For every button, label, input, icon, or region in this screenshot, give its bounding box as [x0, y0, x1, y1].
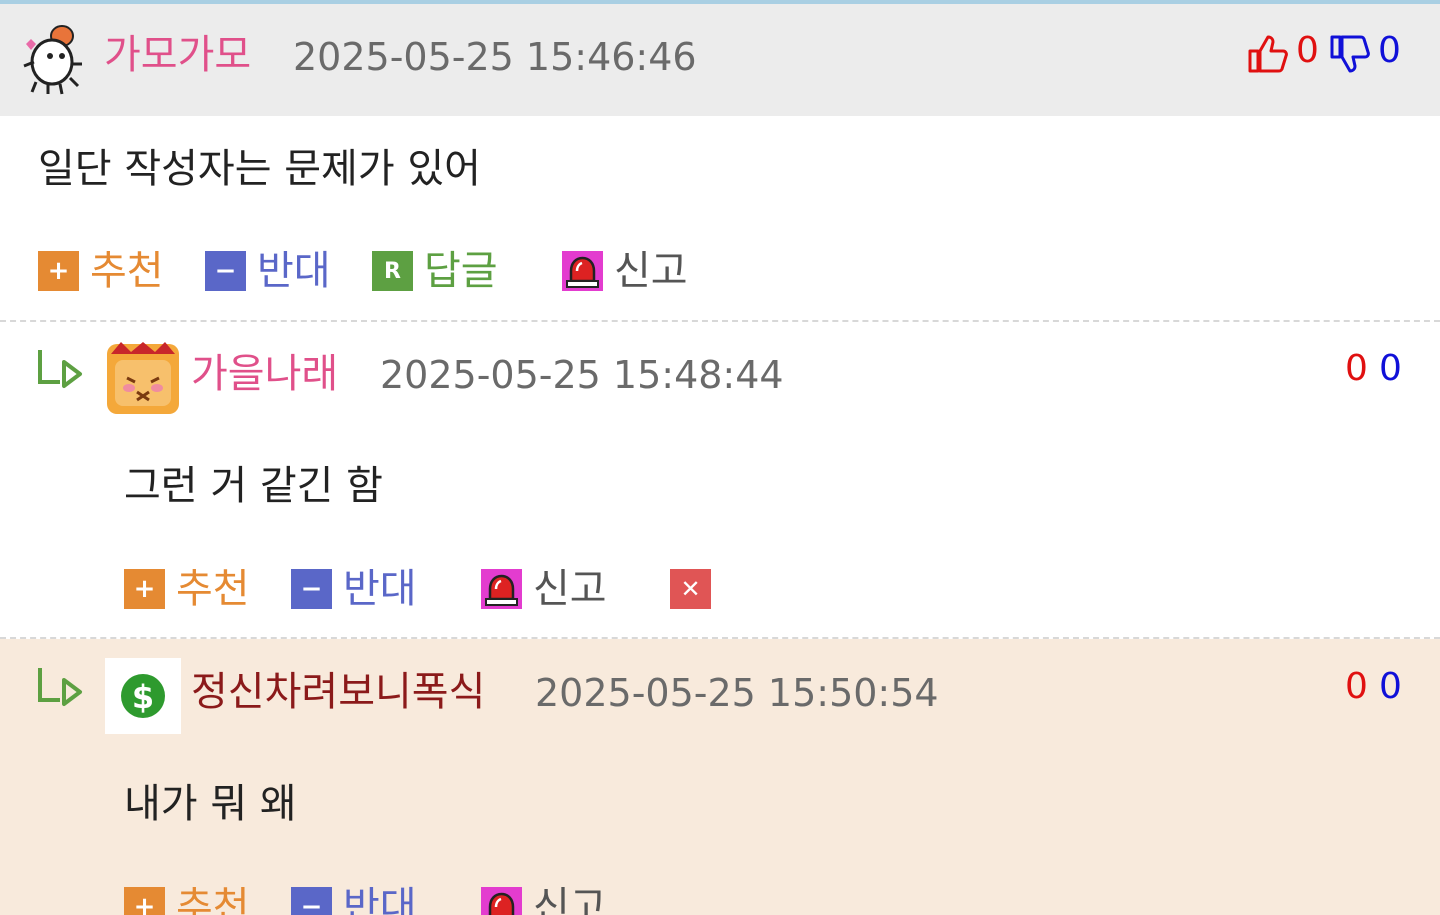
recommend-button[interactable]: + 추천: [124, 882, 250, 915]
downvote-count: 0: [1378, 30, 1401, 71]
comment-content: 일단 작성자는 문제가 있어: [38, 146, 481, 192]
oppose-button[interactable]: − 반대: [291, 882, 417, 915]
recommend-button[interactable]: + 추천: [38, 246, 164, 296]
thumbs-up-icon[interactable]: [1247, 33, 1289, 75]
comment-author[interactable]: 가을나래: [191, 350, 338, 398]
plus-icon: +: [38, 251, 79, 291]
comment-content: 그런 거 같긴 함: [124, 463, 383, 509]
siren-icon: [562, 251, 603, 291]
reply-button[interactable]: R 답글: [372, 246, 498, 296]
siren-icon: [481, 569, 522, 609]
recommend-button[interactable]: + 추천: [124, 564, 250, 614]
svg-text:$: $: [132, 678, 154, 716]
downvote-count: 0: [1379, 348, 1402, 389]
comment-author[interactable]: 정신차려보니폭식: [191, 668, 485, 716]
dollar-coin-icon: $: [105, 658, 181, 734]
minus-icon: −: [291, 887, 332, 915]
minus-icon: −: [205, 251, 246, 291]
reply-arrow-icon: [38, 350, 82, 388]
plus-icon: +: [124, 887, 165, 915]
comment-content: 내가 뭐 왜: [124, 781, 297, 827]
comment-list: 가모가모 2025-05-25 15:46:46 0 0 일단 작성자는 문제가…: [0, 0, 1440, 915]
plus-icon: +: [124, 569, 165, 609]
report-button[interactable]: 신고: [481, 882, 607, 915]
downvote-count: 0: [1379, 666, 1402, 707]
minus-icon: −: [291, 569, 332, 609]
hamster-heart-icon: [23, 25, 82, 95]
siren-icon: [481, 887, 522, 915]
thumbs-down-icon[interactable]: [1329, 33, 1371, 75]
hamster-flower-icon: [107, 342, 179, 414]
upvote-count: 0: [1345, 666, 1368, 707]
comment-timestamp: 2025-05-25 15:48:44: [380, 353, 784, 397]
report-button[interactable]: 신고: [481, 564, 607, 614]
delete-button[interactable]: ✕: [670, 564, 711, 614]
oppose-button[interactable]: − 반대: [205, 246, 331, 296]
reply-icon: R: [372, 251, 413, 291]
comment-timestamp: 2025-05-25 15:50:54: [535, 671, 939, 715]
close-icon: ✕: [670, 569, 711, 609]
reply-arrow-icon: [38, 668, 82, 706]
upvote-count: 0: [1296, 30, 1319, 71]
comment-timestamp: 2025-05-25 15:46:46: [293, 35, 697, 79]
upvote-count: 0: [1345, 348, 1368, 389]
comment-author[interactable]: 가모가모: [104, 31, 251, 79]
report-button[interactable]: 신고: [562, 246, 688, 296]
oppose-button[interactable]: − 반대: [291, 564, 417, 614]
